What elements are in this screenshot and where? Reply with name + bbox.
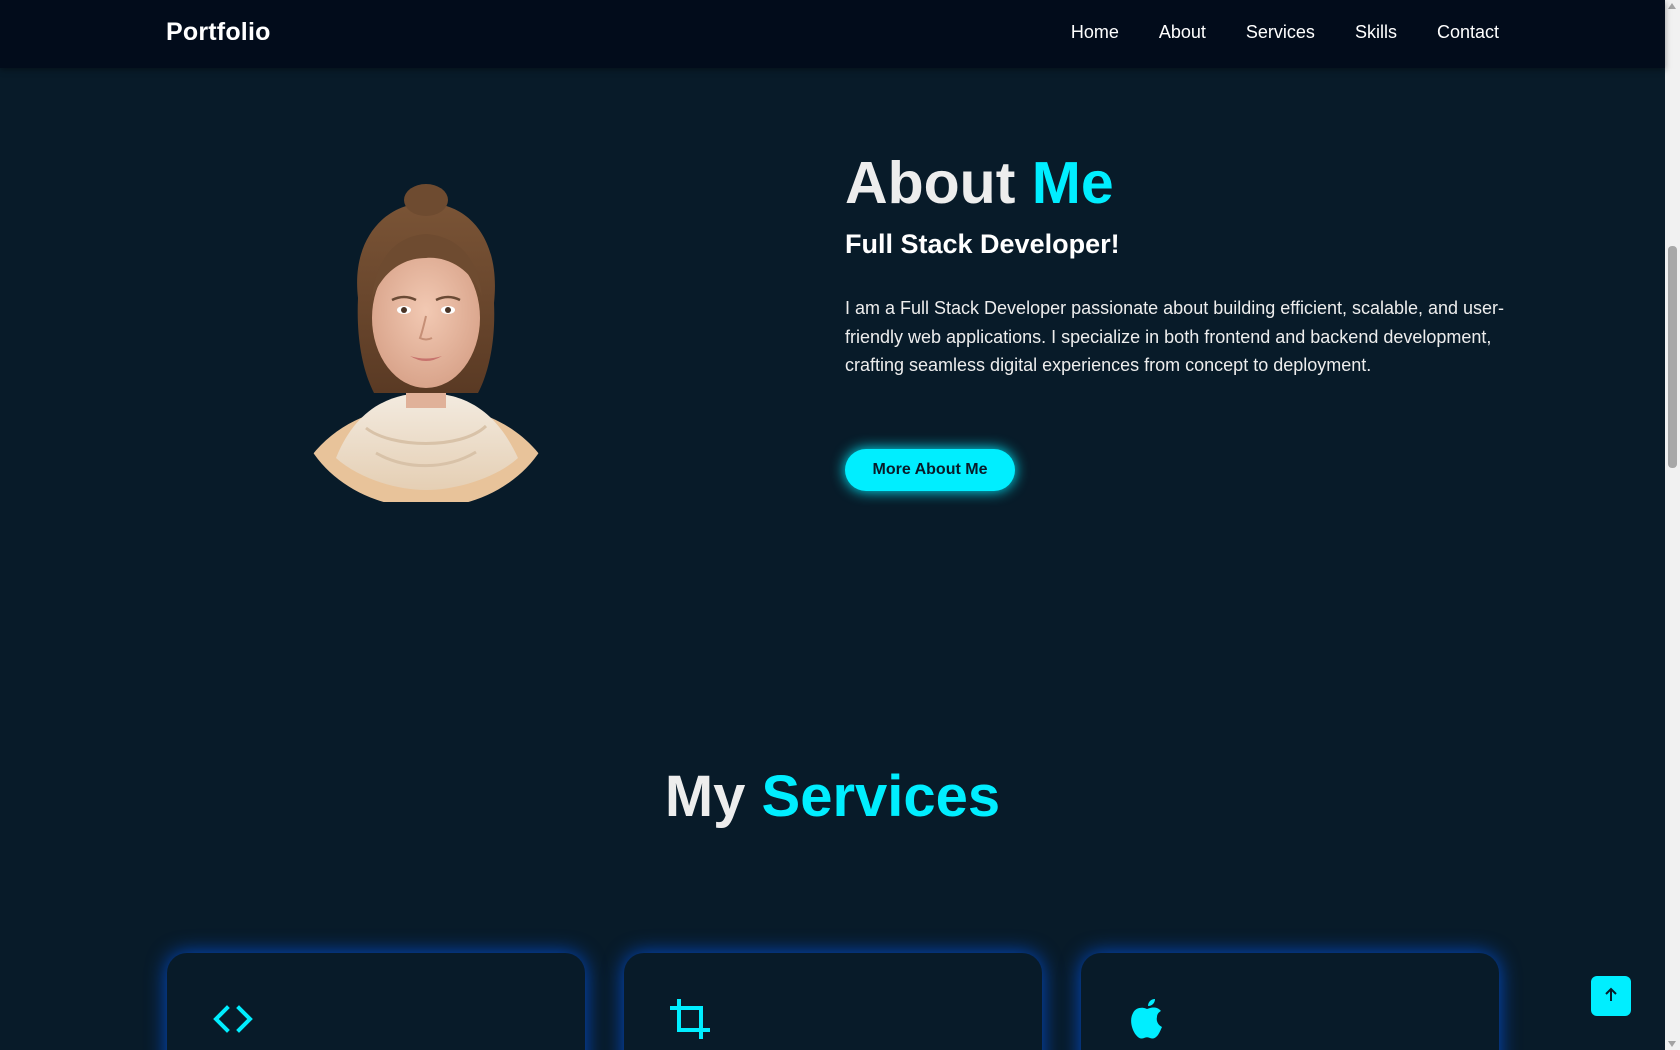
nav-link-about[interactable]: About [1159,22,1206,43]
logo-link[interactable]: Portfolio [166,18,271,47]
about-section: About Me Full Stack Developer! I am a Fu… [0,68,1665,668]
page: Portfolio Home About Services Skills Con… [0,0,1680,1050]
scroll-up-arrow-icon[interactable] [1668,3,1676,9]
about-description: I am a Full Stack Developer passionate a… [845,298,1505,375]
crop-icon [668,997,712,1041]
services-heading-part1: My [664,764,762,829]
portrait-illustration [296,184,556,508]
nav-link-contact[interactable]: Contact [1437,22,1499,43]
apple-icon [1125,997,1169,1041]
about-heading-part1: About [845,150,1032,216]
code-icon [211,997,255,1041]
scroll-to-top-button[interactable] [1591,976,1631,1016]
services-heading-accent: Services [761,764,1001,829]
page-scrollbar[interactable] [1665,0,1680,1050]
nav-link-services[interactable]: Services [1246,22,1315,43]
main-nav: Home About Services Skills Contact [1071,22,1499,43]
nav-link-skills[interactable]: Skills [1355,22,1397,43]
scroll-down-arrow-icon[interactable] [1668,1041,1676,1047]
nav-link-home[interactable]: Home [1071,22,1119,43]
more-about-me-button[interactable]: More About Me [845,449,1015,491]
about-heading-accent: Me [1031,150,1114,216]
service-card-web-development[interactable] [167,953,585,1050]
arrow-up-icon [1604,987,1618,1006]
services-heading: My Services [0,768,1665,826]
about-heading: About Me [845,154,1505,213]
scrollbar-thumb[interactable] [1668,246,1677,468]
service-card-graphic-design[interactable] [624,953,1042,1050]
site-header: Portfolio Home About Services Skills Con… [0,0,1665,68]
about-subtitle: Full Stack Developer! [845,229,1120,259]
about-content: About Me Full Stack Developer! I am a Fu… [845,154,1505,380]
service-card-app-development[interactable] [1081,953,1499,1050]
profile-photo [296,178,556,508]
